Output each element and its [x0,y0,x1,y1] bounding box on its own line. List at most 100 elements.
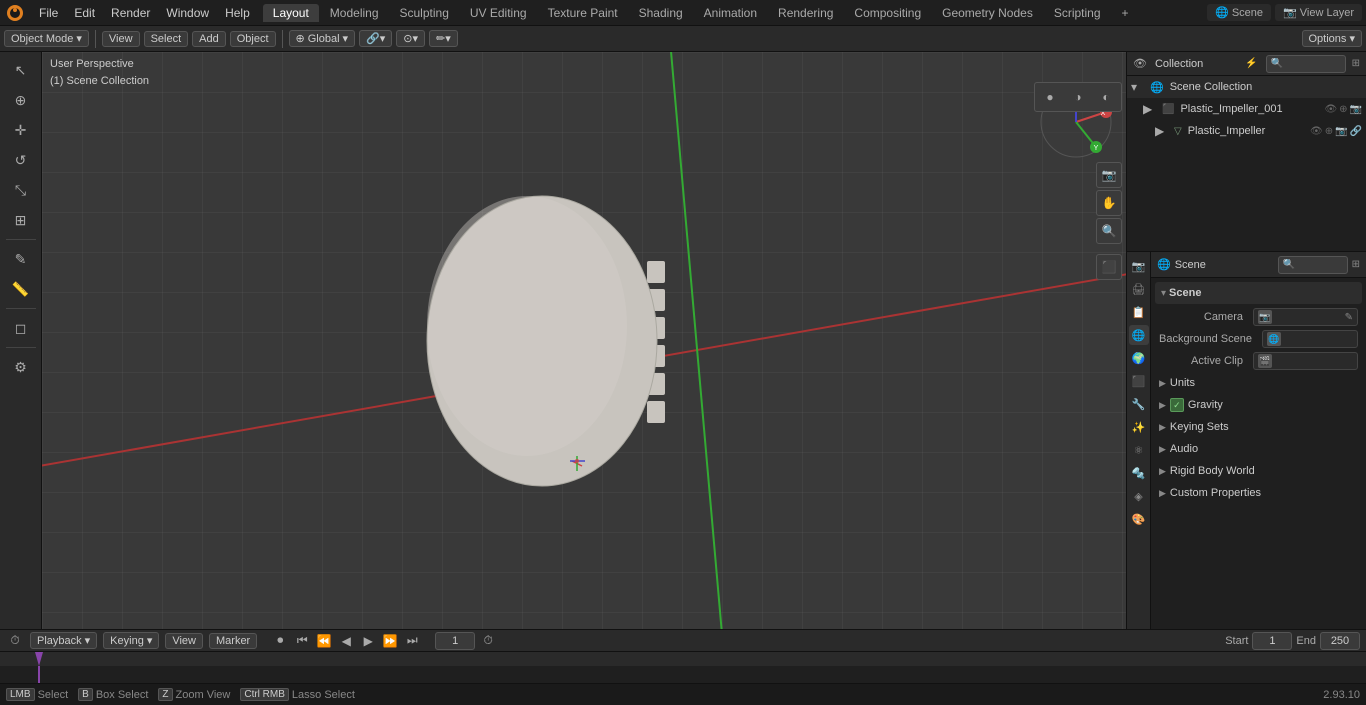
hand-pan-btn[interactable]: ✋ [1096,190,1122,216]
menu-help[interactable]: Help [218,4,257,22]
props-icon-constraints[interactable]: 🔩 [1129,463,1149,483]
tab-shading[interactable]: Shading [629,4,693,22]
tool-annotate[interactable]: ✎ [4,245,38,273]
tool-scale[interactable]: ⤡ [4,176,38,204]
material-shading-btn[interactable]: ◑ [1065,84,1091,110]
keying-sets-collapse[interactable]: ▶ Keying Sets [1151,416,1366,438]
end-frame-input[interactable] [1320,632,1360,650]
view-menu[interactable]: View [102,31,140,47]
props-filter-icon[interactable]: ⊞ [1352,259,1360,270]
outliner-impeller-001[interactable]: ▶ ⬛ Plastic_Impeller_001 👁 ⊕ 📷 [1127,98,1366,120]
tab-sculpting[interactable]: Sculpting [390,4,459,22]
tab-rendering[interactable]: Rendering [768,4,843,22]
tab-layout[interactable]: Layout [263,4,319,22]
gravity-row[interactable]: ▶ ✓ Gravity [1151,394,1366,416]
snap-btn[interactable]: 🔗▾ [359,30,392,47]
skip-end-btn[interactable]: ⏭ [403,632,421,650]
current-frame-input[interactable] [435,632,475,650]
render-view-btn[interactable]: ⬛ [1096,254,1122,280]
options-btn[interactable]: Options ▾ [1302,30,1363,47]
tool-cursor[interactable]: ⊕ [4,86,38,114]
view-menu-timeline[interactable]: View [165,633,203,649]
impeller-001-vis-icon[interactable]: 👁 [1324,104,1337,115]
camera-view-btn[interactable]: 📷 [1096,162,1122,188]
render-shading-btn[interactable]: ◐ [1093,84,1119,110]
transform-selector[interactable]: ⊕ Global ▾ [289,30,356,47]
active-clip-field[interactable]: 🎬 [1253,352,1358,370]
camera-field[interactable]: 📷 ✎ [1253,308,1358,326]
units-collapse[interactable]: ▶ Units [1151,372,1366,394]
outliner-impeller[interactable]: ▶ ▽ Plastic_Impeller 👁 ⊕ 📷 🔗 [1127,120,1366,142]
props-icon-scene[interactable]: 🌐 [1129,325,1149,345]
menu-render[interactable]: Render [104,4,157,22]
impeller-vis-icon[interactable]: 👁 [1310,126,1323,137]
tab-scripting[interactable]: Scripting [1044,4,1111,22]
gravity-checkbox[interactable]: ✓ [1170,398,1184,412]
record-btn[interactable]: ⏺ [271,632,289,650]
step-forward-btn[interactable]: ⏩ [381,632,399,650]
add-menu[interactable]: Add [192,31,226,47]
outliner-sort-icon[interactable]: ⊞ [1352,58,1360,69]
playback-menu[interactable]: Playback ▾ [30,632,97,649]
tool-custom[interactable]: ⚙ [4,353,38,381]
menu-edit[interactable]: Edit [67,4,102,22]
audio-collapse[interactable]: ▶ Audio [1151,438,1366,460]
tab-texture-paint[interactable]: Texture Paint [538,4,628,22]
props-icon-modifier[interactable]: 🔧 [1129,394,1149,414]
background-scene-field[interactable]: 🌐 [1262,330,1358,348]
keying-menu[interactable]: Keying ▾ [103,632,159,649]
tab-compositing[interactable]: Compositing [844,4,931,22]
grease-btn[interactable]: ✏▾ [429,30,458,47]
tab-animation[interactable]: Animation [694,4,767,22]
props-icon-output[interactable]: 🖨 [1129,279,1149,299]
props-icon-render[interactable]: 📷 [1129,256,1149,276]
tab-geometry-nodes[interactable]: Geometry Nodes [932,4,1043,22]
view-layer-selector[interactable]: 📷 View Layer [1275,4,1362,21]
impeller-sel-icon[interactable]: ⊕ [1325,126,1333,137]
tool-rotate[interactable]: ↺ [4,146,38,174]
tool-transform[interactable]: ⊞ [4,206,38,234]
marker-menu[interactable]: Marker [209,633,257,649]
tool-select[interactable]: ↖ [4,56,38,84]
camera-edit-icon[interactable]: ✎ [1345,312,1353,323]
impeller-001-sel-icon[interactable]: ⊕ [1339,104,1347,115]
impeller-render-icon[interactable]: 📷 [1335,126,1347,137]
play-btn[interactable]: ▶ [359,632,377,650]
step-back-btn[interactable]: ⏪ [315,632,333,650]
proportional-btn[interactable]: ⊙▾ [396,30,425,47]
tab-modeling[interactable]: Modeling [320,4,389,22]
start-frame-input[interactable] [1252,632,1292,650]
tool-add-cube[interactable]: ◻ [4,314,38,342]
tool-move[interactable]: ✛ [4,116,38,144]
select-menu[interactable]: Select [144,31,189,47]
viewport[interactable]: User Perspective (1) Scene Collection [42,52,1126,629]
scene-selector[interactable]: 🌐 Scene [1207,4,1271,21]
props-icon-physics[interactable]: ⚛ [1129,440,1149,460]
outliner-search-input[interactable] [1266,55,1346,73]
menu-file[interactable]: File [32,4,65,22]
menu-window[interactable]: Window [159,4,216,22]
tab-add[interactable]: + [1112,4,1139,22]
props-icon-data[interactable]: ◈ [1129,486,1149,506]
impeller-link-icon[interactable]: 🔗 [1350,126,1362,137]
props-icon-particles[interactable]: ✨ [1129,417,1149,437]
props-icon-material[interactable]: 🎨 [1129,509,1149,529]
outliner-scene-collection[interactable]: ▾ 🌐 Scene Collection [1127,76,1366,98]
solid-shading-btn[interactable]: ● [1037,84,1063,110]
props-icon-world[interactable]: 🌍 [1129,348,1149,368]
timeline-ruler-area[interactable]: 1 10 20 30 40 50 60 70 80 90 100 110 120… [0,652,1366,683]
tool-measure[interactable]: 📏 [4,275,38,303]
mode-selector[interactable]: Object Mode ▾ [4,30,89,47]
outliner-filter-icon[interactable]: ⚡ [1245,58,1257,69]
props-icon-view-layer[interactable]: 📋 [1129,302,1149,322]
tab-uv-editing[interactable]: UV Editing [460,4,537,22]
impeller-001-render-icon[interactable]: 📷 [1350,104,1362,115]
props-icon-object[interactable]: ⬛ [1129,371,1149,391]
custom-props-collapse[interactable]: ▶ Custom Properties [1151,482,1366,504]
skip-start-btn[interactable]: ⏮ [293,632,311,650]
rigid-body-collapse[interactable]: ▶ Rigid Body World [1151,460,1366,482]
zoom-btn[interactable]: 🔍 [1096,218,1122,244]
scene-section-header[interactable]: ▾ Scene [1155,282,1362,304]
object-menu[interactable]: Object [230,31,276,47]
play-reverse-btn[interactable]: ◀ [337,632,355,650]
